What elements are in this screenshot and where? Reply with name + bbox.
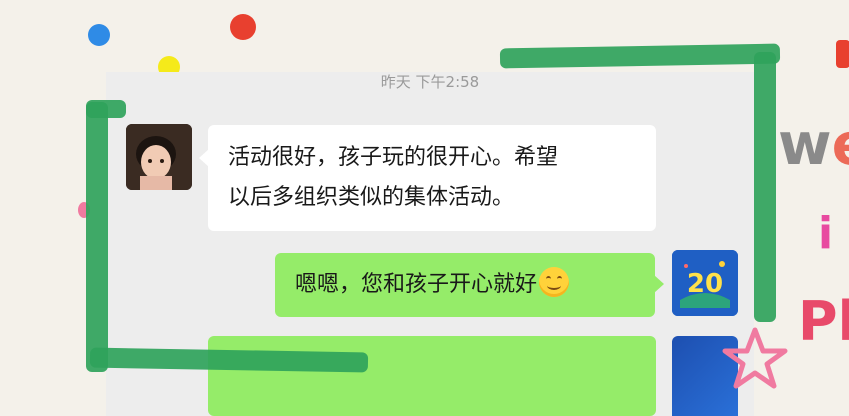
decorative-lettering-i: i bbox=[818, 208, 834, 259]
decorative-lettering-ph: Ph bbox=[798, 290, 849, 353]
incoming-message-line-1: 活动很好，孩子玩的很开心。希望 bbox=[228, 145, 559, 170]
red-confetti-dot bbox=[230, 14, 256, 40]
contact-avatar[interactable] bbox=[126, 124, 192, 190]
outgoing-message-text: 嗯嗯，您和孩子开心就好 bbox=[295, 272, 538, 297]
incoming-message-line-2: 以后多组织类似的集体活动。 bbox=[228, 185, 515, 210]
smile-emoji-icon bbox=[539, 267, 570, 297]
frame-stroke-top bbox=[499, 43, 781, 69]
frame-stroke-top-left bbox=[86, 100, 126, 118]
star-doodle-icon bbox=[722, 327, 788, 389]
badge-number: 20 bbox=[687, 269, 723, 299]
outgoing-message-bubble-partial[interactable] bbox=[208, 336, 656, 416]
decorative-lettering-we: we bbox=[778, 110, 849, 178]
red-deco-mark bbox=[836, 40, 849, 68]
frame-stroke-left bbox=[86, 102, 108, 372]
user-avatar[interactable]: 20 bbox=[672, 250, 738, 316]
frame-stroke-right bbox=[754, 52, 776, 322]
child-photo-icon bbox=[126, 124, 192, 190]
outgoing-message-bubble[interactable]: 嗯嗯，您和孩子开心就好 bbox=[275, 253, 664, 317]
incoming-message-bubble[interactable]: 活动很好，孩子玩的很开心。希望 以后多组织类似的集体活动。 bbox=[199, 125, 656, 231]
blue-confetti-dot bbox=[88, 24, 110, 46]
message-timestamp: 昨天 下午2:58 bbox=[380, 73, 480, 91]
logo-20-badge-icon: 20 bbox=[672, 250, 738, 316]
